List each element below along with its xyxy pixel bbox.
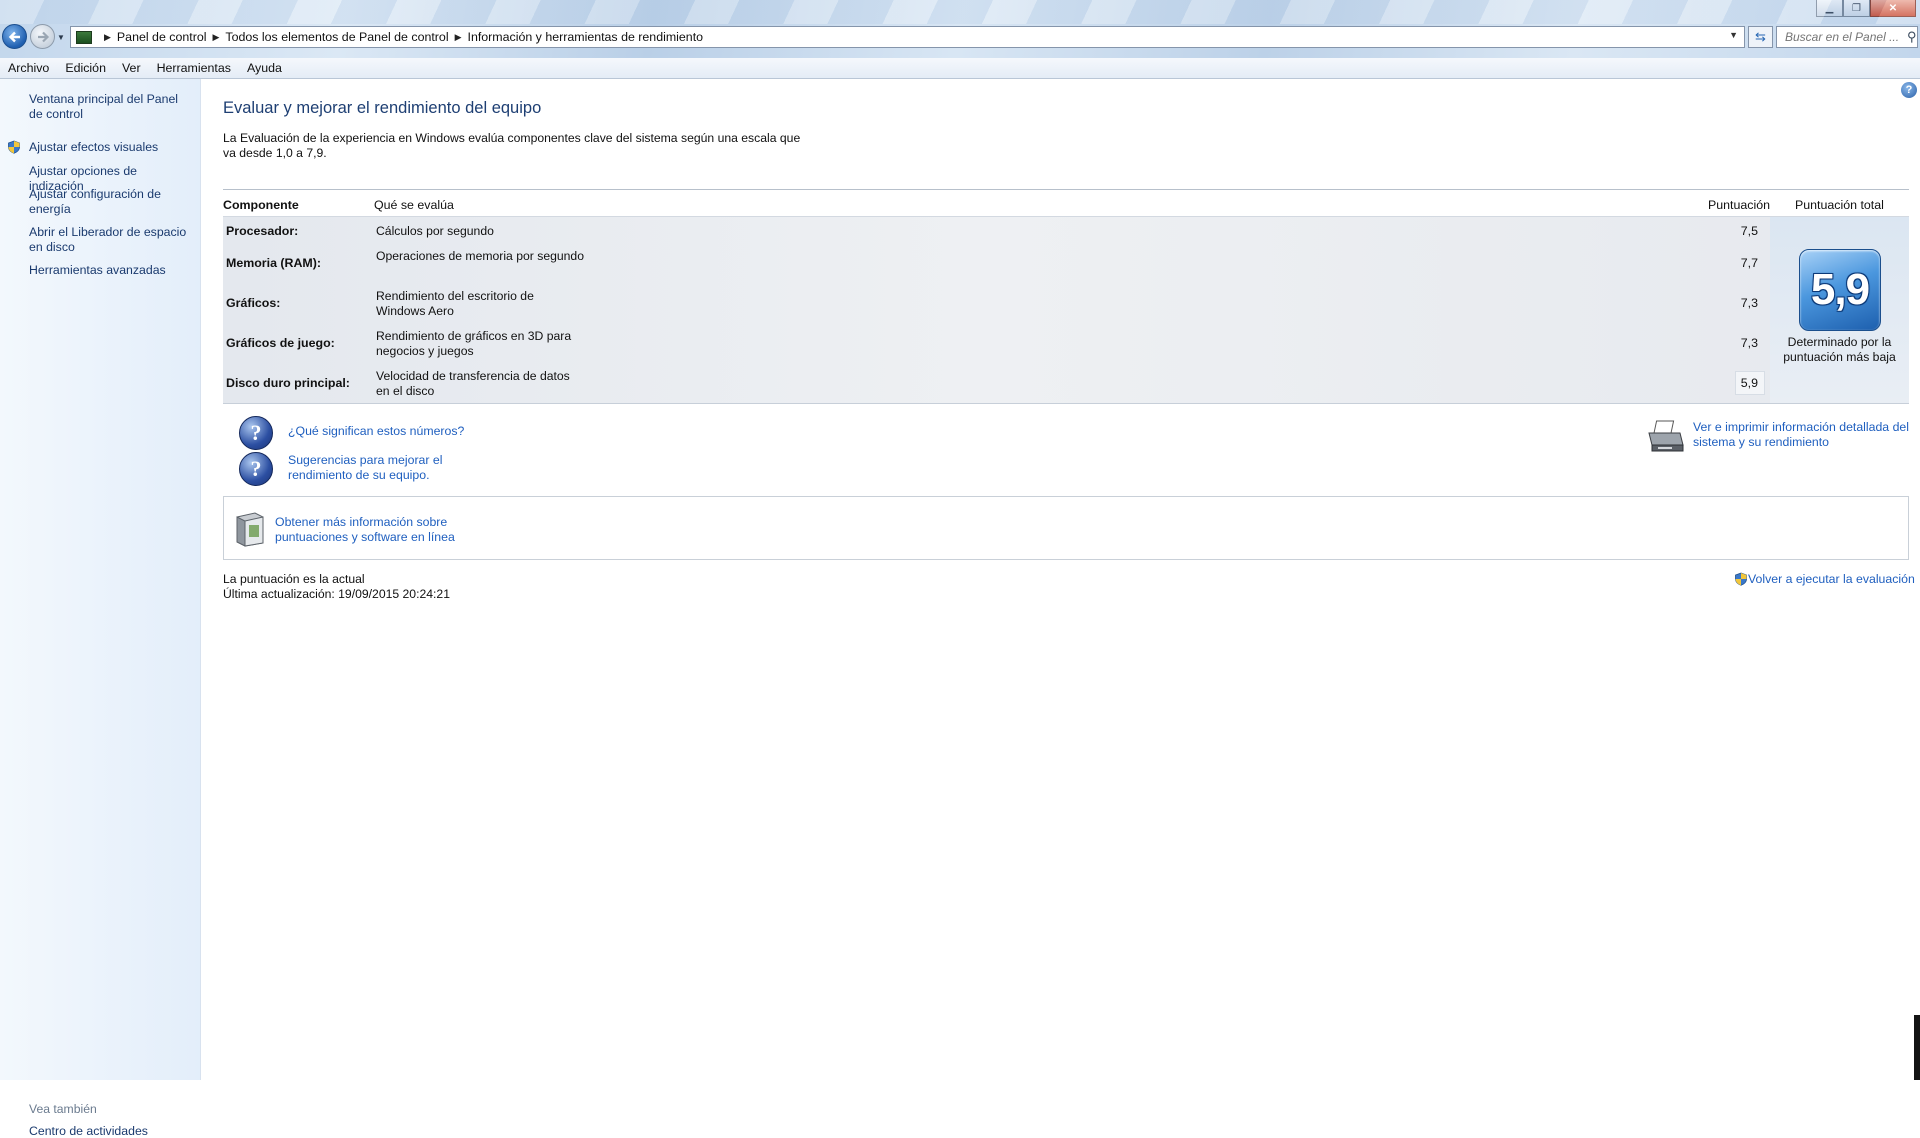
help-question-icon: ?	[239, 452, 273, 486]
sidebar-link-disk-cleanup[interactable]: Abrir el Liberador de espacio en disco	[29, 225, 194, 255]
menu-archivo[interactable]: Archivo	[0, 61, 57, 75]
address-dropdown-icon[interactable]: ▼	[1729, 30, 1738, 40]
sidebar-link-visual-effects[interactable]: Ajustar efectos visuales	[29, 140, 194, 155]
task-pane: Ventana principal del Panel de control A…	[0, 79, 201, 1138]
link-print-details[interactable]: Ver e imprimir información detallada del…	[1693, 420, 1913, 450]
breadcrumb-performance[interactable]: Información y herramientas de rendimient…	[468, 30, 704, 44]
screen-edge	[1914, 1015, 1920, 1080]
chevron-right-icon[interactable]: ▶	[455, 32, 462, 43]
help-icon[interactable]: ?	[1901, 82, 1917, 98]
table-header: Componente Qué se evalúa Puntuación Punt…	[223, 189, 1909, 217]
see-also-heading: Vea también	[29, 1102, 97, 1116]
breadcrumb-all-items[interactable]: Todos los elementos de Panel de control	[225, 30, 448, 44]
row-description: Cálculos por segundo	[376, 224, 494, 238]
row-score: 7,3	[1740, 336, 1758, 350]
row-component: Disco duro principal:	[226, 376, 350, 390]
refresh-button[interactable]: ⇆	[1748, 26, 1773, 48]
link-label[interactable]: ¿Qué significan estos números?	[288, 424, 464, 439]
row-component: Gráficos de juego:	[226, 336, 335, 350]
row-score: 7,5	[1740, 224, 1758, 238]
table-body: Procesador: Cálculos por segundo 7,5 Mem…	[223, 217, 1909, 403]
restore-icon: ❐	[1852, 2, 1861, 14]
link-improvement-tips[interactable]: ? Sugerencias para mejorar el rendimient…	[239, 452, 508, 486]
rerun-assessment-link[interactable]: Volver a ejecutar la evaluación	[1734, 572, 1915, 586]
score-table: Componente Qué se evalúa Puntuación Punt…	[223, 189, 1909, 404]
forward-arrow-icon	[37, 31, 49, 42]
row-component: Memoria (RAM):	[226, 256, 321, 270]
row-description: Velocidad de transferencia de datos en e…	[376, 369, 570, 398]
rerun-label[interactable]: Volver a ejecutar la evaluación	[1748, 572, 1915, 586]
table-row: Gráficos de juego: Rendimiento de gráfic…	[223, 329, 1772, 369]
breadcrumb-control-panel[interactable]: Panel de control	[117, 30, 207, 44]
software-box-icon	[236, 512, 264, 547]
close-icon: ✕	[1888, 2, 1898, 14]
shield-icon	[1735, 572, 1747, 586]
address-bar[interactable]: ▶ Panel de control ▶ Todos los elementos…	[70, 26, 1745, 48]
link-what-numbers-mean[interactable]: ? ¿Qué significan estos números?	[239, 416, 464, 450]
row-score: 7,7	[1740, 256, 1758, 270]
minimize-button[interactable]: ▁	[1816, 0, 1843, 17]
sidebar-link-action-center[interactable]: Centro de actividades	[29, 1124, 148, 1138]
row-score: 7,3	[1740, 296, 1758, 310]
refresh-icon: ⇆	[1755, 29, 1766, 44]
row-component: Gráficos:	[226, 296, 281, 310]
link-label[interactable]: Sugerencias para mejorar el rendimiento …	[288, 453, 508, 483]
row-component: Procesador:	[226, 224, 299, 238]
column-header-score: Puntuación	[1708, 198, 1771, 212]
printer-icon[interactable]	[1646, 419, 1686, 455]
sidebar-link-power[interactable]: Ajustar configuración de energía	[29, 187, 194, 217]
menu-bar: Archivo Edición Ver Herramientas Ayuda	[0, 58, 1920, 79]
row-score: 5,9	[1740, 376, 1758, 390]
menu-edicion[interactable]: Edición	[57, 61, 114, 75]
row-description: Operaciones de memoria por segundo	[376, 249, 584, 263]
base-score-value: 5,9	[1810, 265, 1870, 314]
menu-herramientas[interactable]: Herramientas	[149, 61, 239, 75]
row-description: Rendimiento de gráficos en 3D para negoc…	[376, 329, 572, 358]
search-icon[interactable]: ⚲	[1907, 29, 1917, 45]
last-update: Última actualización: 19/09/2015 20:24:2…	[223, 587, 450, 601]
online-info-box: Obtener más información sobre puntuacion…	[223, 496, 1909, 560]
help-question-icon: ?	[239, 416, 273, 450]
sidebar-link-home[interactable]: Ventana principal del Panel de control	[29, 92, 194, 122]
search-input[interactable]	[1783, 29, 1905, 45]
window-controls: ▁ ❐ ✕	[1816, 0, 1916, 17]
sidebar-link-advanced-tools[interactable]: Herramientas avanzadas	[29, 263, 194, 278]
total-score-panel: 5,9 Determinado por la puntuación más ba…	[1770, 217, 1909, 403]
menu-ver[interactable]: Ver	[114, 61, 149, 75]
table-row: Gráficos: Rendimiento del escritorio de …	[223, 289, 1772, 329]
total-score-note: Determinado por la puntuación más baja	[1783, 335, 1896, 364]
menu-ayuda[interactable]: Ayuda	[239, 61, 290, 75]
title-bar: ▼ ▶ Panel de control ▶ Todos los element…	[0, 0, 1920, 58]
page-title: Evaluar y mejorar el rendimiento del equ…	[223, 99, 542, 117]
history-dropdown-icon[interactable]: ▼	[57, 33, 65, 42]
search-box[interactable]: ⚲	[1776, 26, 1918, 48]
score-status: La puntuación es la actual	[223, 572, 365, 586]
close-button[interactable]: ✕	[1870, 0, 1916, 17]
minimize-icon: ▁	[1825, 2, 1834, 14]
base-score-badge: 5,9	[1799, 249, 1881, 331]
link-online-info[interactable]: Obtener más información sobre puntuacion…	[275, 515, 475, 545]
chevron-right-icon[interactable]: ▶	[104, 32, 111, 43]
forward-button[interactable]	[30, 24, 55, 49]
main-content: ? Evaluar y mejorar el rendimiento del e…	[201, 79, 1920, 1080]
column-header-component: Componente	[223, 198, 299, 212]
table-row-lowest: Disco duro principal: Velocidad de trans…	[223, 369, 1772, 409]
chevron-right-icon[interactable]: ▶	[212, 32, 219, 43]
shield-icon	[8, 140, 20, 154]
control-panel-icon	[76, 30, 92, 44]
intro-text: La Evaluación de la experiencia en Windo…	[223, 131, 801, 160]
table-row: Memoria (RAM): Operaciones de memoria po…	[223, 249, 1772, 289]
back-arrow-icon	[8, 31, 20, 42]
maximize-button[interactable]: ❐	[1843, 0, 1870, 17]
column-header-total: Puntuación total	[1795, 198, 1884, 212]
back-button[interactable]	[2, 24, 27, 49]
column-header-what: Qué se evalúa	[374, 198, 454, 212]
row-description: Rendimiento del escritorio de Windows Ae…	[376, 289, 534, 318]
